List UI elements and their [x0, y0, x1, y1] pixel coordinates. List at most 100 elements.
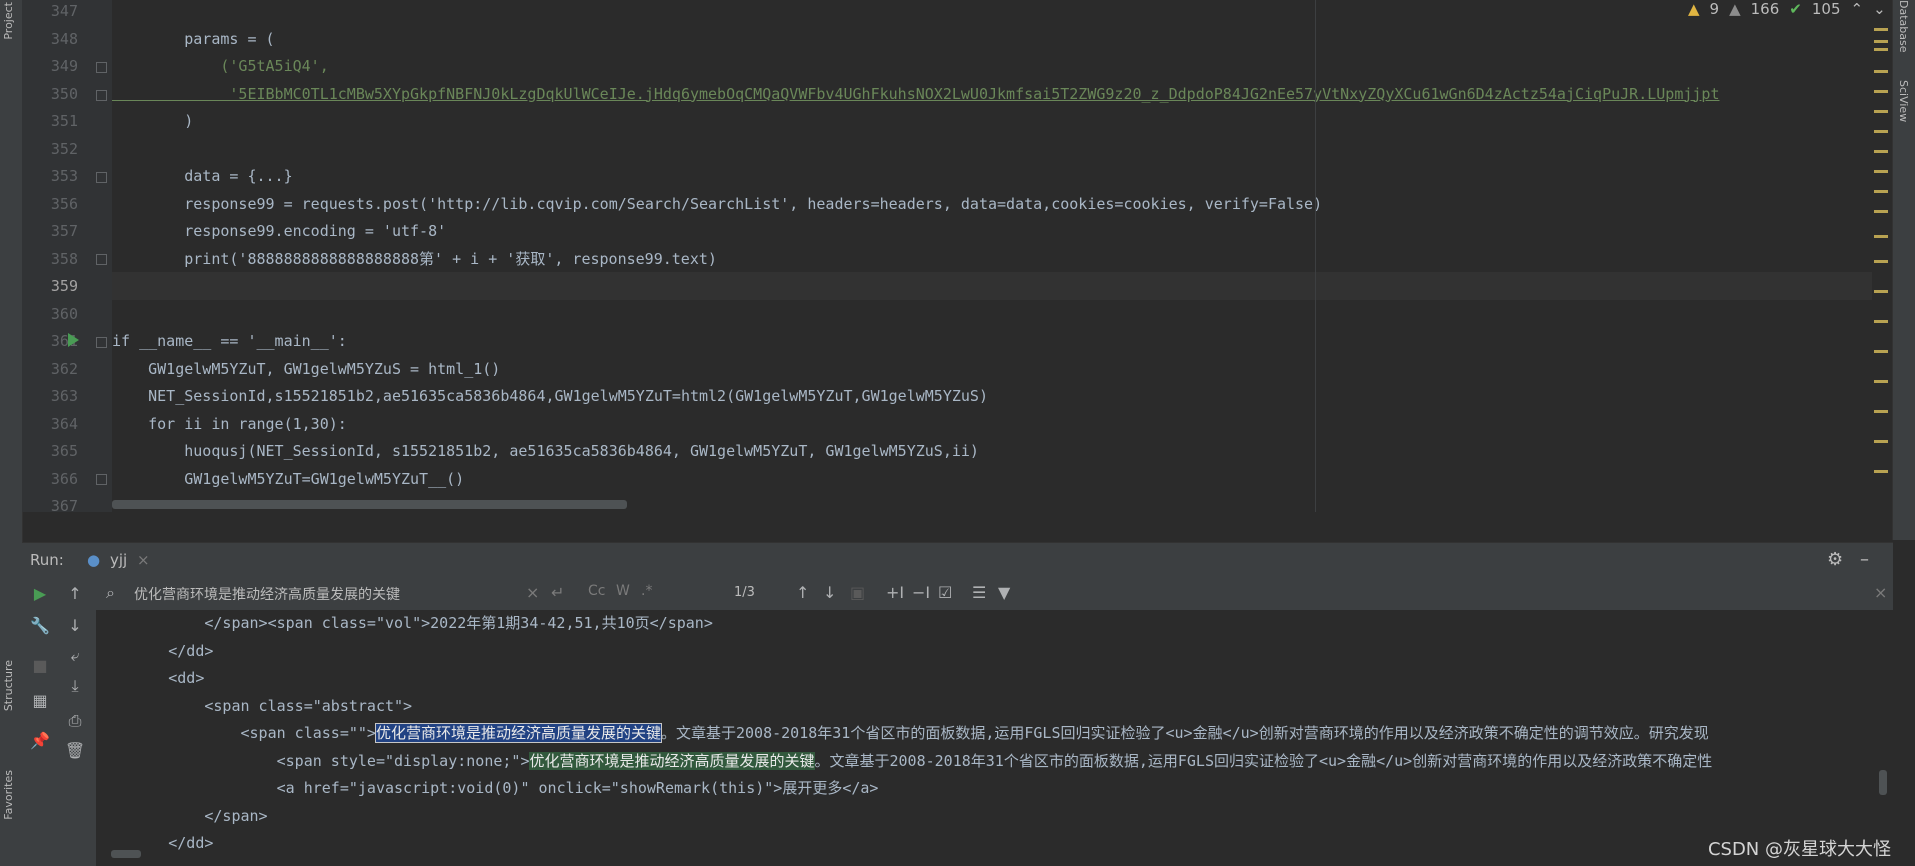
structure-tab[interactable]: Structure [2, 660, 15, 711]
stripe-mark[interactable] [1874, 320, 1888, 323]
current-line-highlight [112, 272, 1872, 300]
typo-icon: ✔ [1789, 0, 1802, 18]
pin-icon[interactable]: 📌 [29, 731, 51, 750]
stripe-mark[interactable] [1874, 110, 1888, 113]
run-config-tab[interactable]: yjj [110, 551, 127, 569]
stripe-mark[interactable] [1874, 380, 1888, 383]
prev-match-icon[interactable]: ↑ [796, 583, 809, 602]
error-stripe[interactable] [1872, 0, 1892, 512]
new-line-icon[interactable]: ↵ [551, 583, 564, 602]
stripe-mark[interactable] [1874, 170, 1888, 173]
fold-marker-icon[interactable] [96, 337, 107, 348]
stripe-mark[interactable] [1874, 190, 1888, 193]
run-tool-window-header: Run: ● yjj × ⚙ – [22, 542, 1893, 577]
fold-marker-icon[interactable] [96, 254, 107, 265]
console-line: </span> [96, 806, 268, 825]
favorites-tab[interactable]: Favorites [2, 770, 15, 820]
print-icon[interactable]: ⎙ [64, 711, 86, 731]
console-line: </span><span class="vol">2022年第1期34-42,5… [96, 614, 713, 632]
stripe-mark[interactable] [1874, 470, 1888, 473]
search-input[interactable] [132, 582, 536, 606]
stripe-mark[interactable] [1874, 290, 1888, 293]
line-number: 365 [50, 442, 78, 460]
stripe-mark[interactable] [1874, 28, 1888, 31]
select-occurrences-icon[interactable]: ☑ [938, 583, 952, 602]
line-number: 356 [50, 194, 78, 213]
select-all-icon[interactable]: ▣ [850, 583, 865, 602]
console-search-bar: ⌕ × ↵ Cc W .* 1/3 ↑ ↓ ▣ +I −I ☑ ☰ ▼ × [96, 576, 1893, 611]
left-tool-strip: Project Structure Favorites [0, 0, 23, 866]
line-number: 349 [50, 57, 78, 75]
filter-settings-icon[interactable]: ☰ [972, 583, 986, 602]
scroll-up-icon[interactable]: ↑ [64, 584, 86, 603]
sciview-tab[interactable]: SciView [1897, 80, 1910, 122]
line-number: 353 [50, 167, 78, 185]
hide-icon[interactable]: – [1860, 549, 1869, 570]
horizontal-scrollbar[interactable] [112, 500, 627, 509]
stripe-mark[interactable] [1874, 70, 1888, 73]
console-hscrollbar[interactable] [111, 850, 141, 858]
line-number: 352 [50, 139, 78, 158]
console-line: </dd> [96, 641, 214, 660]
python-icon: ● [87, 551, 101, 569]
project-tab[interactable]: Project [2, 2, 15, 40]
code-line: if __name__ == '__main__': [112, 332, 347, 350]
stripe-mark[interactable] [1874, 350, 1888, 353]
search-match-current: 优化营商环境是推动经济高质量发展的关键 [374, 723, 662, 743]
gear-icon[interactable]: ⚙ [1827, 549, 1843, 570]
code-editor[interactable]: 347 348 349 350 351 352 353 356 357 358 … [22, 0, 1872, 512]
filter-icon[interactable]: ▼ [998, 583, 1010, 602]
prev-highlight-icon[interactable]: ⌃ [1851, 0, 1864, 18]
code-line: ('G5tA5iQ4', [112, 57, 329, 75]
regex-toggle[interactable]: .* [641, 583, 652, 599]
stripe-mark[interactable] [1874, 90, 1888, 93]
fold-marker-icon[interactable] [96, 474, 107, 485]
stripe-mark[interactable] [1874, 130, 1888, 133]
code-line: ) [112, 112, 194, 130]
line-number: 363 [50, 387, 78, 405]
line-number: 348 [50, 29, 78, 48]
code-line: GW1gelwM5YZuT=GW1gelwM5YZuT__() [112, 469, 465, 488]
console-text: <span style="display:none;"> [96, 751, 530, 770]
search-icon[interactable]: ⌕ [106, 583, 115, 603]
remove-selection-icon[interactable]: −I [912, 583, 930, 602]
console-vscrollbar[interactable] [1879, 770, 1887, 795]
run-gutter-icon[interactable] [68, 333, 79, 347]
close-search-icon[interactable]: × [1874, 583, 1887, 602]
fold-marker-icon[interactable] [96, 90, 107, 101]
run-side-toolbar: ▶ 🔧 ■ ▦ 📌 ↑ ↓ ⤶ ⤓ ⎙ 🗑 [22, 576, 96, 866]
scroll-to-end-icon[interactable]: ⤓ [64, 676, 86, 696]
database-tab[interactable]: Database [1897, 0, 1910, 53]
clear-icon[interactable]: 🗑 [64, 741, 86, 760]
inspection-widget[interactable]: ▲ 9 ▲ 166 ✔ 105 ⌃ ⌄ [1688, 0, 1886, 18]
stripe-mark[interactable] [1874, 210, 1888, 213]
line-number: 347 [50, 2, 78, 20]
stop-icon[interactable]: ■ [29, 656, 51, 675]
match-case-toggle[interactable]: Cc [588, 583, 605, 599]
line-number: 366 [50, 469, 78, 488]
console-output[interactable]: </span><span class="vol">2022年第1期34-42,5… [96, 610, 1893, 866]
stripe-mark[interactable] [1874, 260, 1888, 263]
rerun-icon[interactable]: ▶ [29, 584, 51, 603]
fold-marker-icon[interactable] [96, 172, 107, 183]
whole-words-toggle[interactable]: W [616, 583, 630, 599]
scroll-down-icon[interactable]: ↓ [64, 616, 86, 635]
stripe-mark[interactable] [1874, 150, 1888, 153]
fold-marker-icon[interactable] [96, 62, 107, 73]
close-tab-icon[interactable]: × [137, 551, 150, 569]
stripe-mark[interactable] [1874, 48, 1888, 51]
search-match: 优化营商环境是推动经济高质量发展的关键 [529, 751, 815, 770]
next-match-icon[interactable]: ↓ [823, 583, 836, 602]
line-number: 350 [50, 84, 78, 103]
soft-wrap-icon[interactable]: ⤶ [64, 646, 86, 666]
wrench-icon[interactable]: 🔧 [29, 616, 51, 635]
stripe-mark[interactable] [1874, 40, 1888, 43]
clear-search-icon[interactable]: × [526, 583, 539, 602]
stripe-mark[interactable] [1874, 440, 1888, 443]
stripe-mark[interactable] [1874, 410, 1888, 413]
add-selection-icon[interactable]: +I [886, 583, 904, 602]
stripe-mark[interactable] [1874, 235, 1888, 238]
layout-icon[interactable]: ▦ [29, 691, 51, 710]
console-text: 。文章基于2008-2018年31个省区市的面板数据,运用FGLS回归实证检验了… [814, 751, 1713, 770]
code-line: NET_SessionId,s15521851b2,ae51635ca5836b… [112, 387, 988, 405]
